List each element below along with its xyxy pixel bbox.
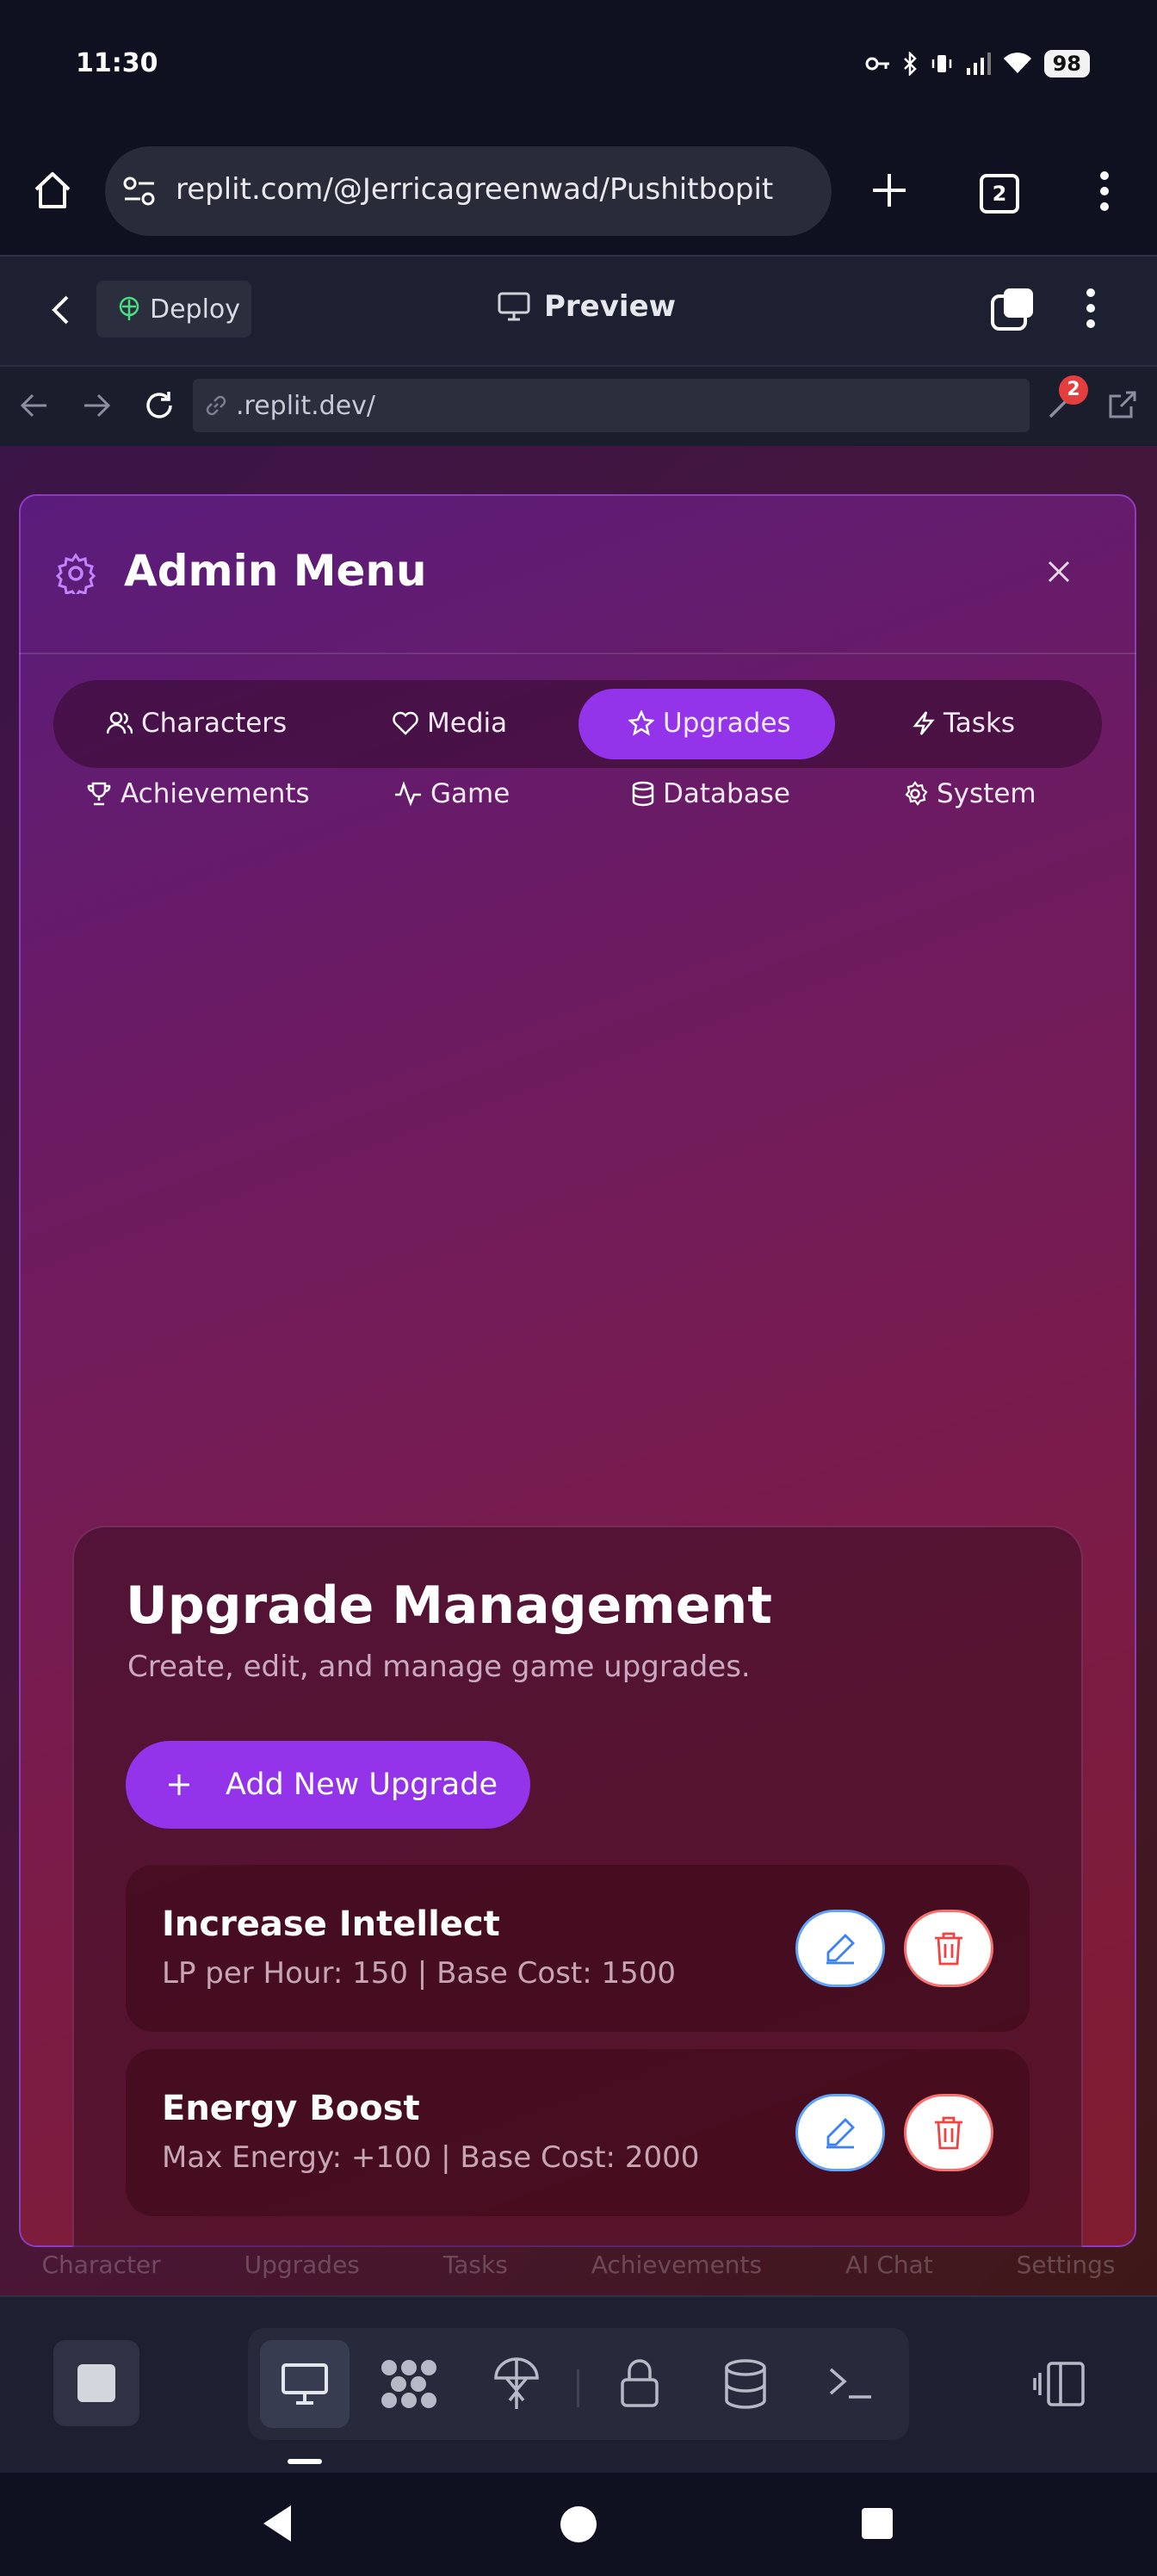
nav-item-tasks[interactable]: Tasks [443, 2251, 508, 2279]
tab-achievements[interactable]: Achievements [86, 778, 310, 809]
upgrade-row [126, 1865, 1030, 2032]
database-tool-icon[interactable] [723, 2359, 768, 2409]
stop-button[interactable] [53, 2340, 139, 2426]
lock-icon[interactable] [620, 2359, 659, 2407]
modal-title: Admin Menu [124, 546, 427, 596]
link-icon [206, 395, 226, 416]
trophy-icon [87, 782, 111, 806]
card-subtitle: Create, edit, and manage game upgrades. [127, 1650, 751, 1684]
apps-grid-icon[interactable] [381, 2359, 437, 2409]
notification-badge: 2 [1059, 375, 1088, 405]
card-title: Upgrade Management [126, 1576, 772, 1636]
tab-media[interactable]: Media [393, 708, 507, 739]
edit-upgrade-button[interactable] [795, 1910, 885, 1987]
tab-upgrades-label: Upgrades [663, 708, 791, 739]
upgrade-meta: Max Energy: +100 | Base Cost: 2000 [162, 2140, 700, 2175]
add-upgrade-button[interactable]: Add New Upgrade [126, 1741, 530, 1829]
database-icon [632, 781, 654, 807]
replit-more-icon[interactable] [1085, 288, 1097, 329]
activity-icon [395, 781, 421, 807]
active-tool-marker [288, 2459, 322, 2464]
nav-item-ai-chat[interactable]: AI Chat [845, 2251, 933, 2279]
tab-media-label: Media [427, 708, 508, 739]
nav-item-achievements[interactable]: Achievements [591, 2251, 762, 2279]
status-icons: 98 [865, 50, 1090, 77]
nav-item-settings[interactable]: Settings [1017, 2251, 1116, 2279]
trash-icon [935, 1932, 962, 1966]
tab-tasks[interactable]: Tasks [913, 708, 1015, 739]
modal-header-divider [19, 653, 1136, 654]
trash-icon [935, 2116, 962, 2150]
battery-indicator: 98 [1043, 50, 1090, 77]
deploy-tool-icon[interactable] [492, 2357, 541, 2411]
status-time: 11:30 [76, 48, 158, 78]
stop-icon [77, 2364, 115, 2402]
upgrade-meta: LP per Hour: 150 | Base Cost: 1500 [162, 1956, 677, 1991]
nav-home-icon[interactable] [560, 2505, 597, 2543]
add-upgrade-label: Add New Upgrade [226, 1768, 498, 1802]
tab-upgrades[interactable]: Upgrades [628, 708, 791, 739]
tab-system-label: System [937, 778, 1036, 809]
settings-gear-icon [55, 553, 96, 594]
multiplayer-icon[interactable] [990, 286, 1036, 332]
open-external-icon[interactable] [1107, 389, 1138, 420]
nav-item-character[interactable]: Character [41, 2251, 160, 2279]
tab-characters[interactable]: Characters [107, 708, 287, 739]
users-icon [107, 711, 133, 734]
vibrate-icon [931, 55, 951, 72]
more-menu-icon[interactable] [1098, 170, 1111, 212]
lightning-icon [913, 711, 935, 735]
reload-icon[interactable] [143, 389, 176, 422]
edit-upgrade-button[interactable] [795, 2094, 885, 2171]
site-settings-icon[interactable] [122, 176, 157, 207]
delete-upgrade-button[interactable] [904, 2094, 993, 2171]
key-icon [865, 57, 889, 71]
webview-forward-icon[interactable] [83, 393, 112, 418]
upgrade-name: Energy Boost [162, 2089, 420, 2128]
cog-icon [905, 781, 928, 806]
new-tab-icon[interactable] [871, 172, 907, 208]
signal-icon [966, 53, 991, 75]
pencil-icon [826, 2118, 855, 2149]
deploy-icon [119, 296, 139, 320]
preview-tab[interactable]: Preview [498, 289, 676, 324]
monitor-icon [498, 292, 530, 321]
bluetooth-icon [903, 52, 917, 76]
webview-url-text: .replit.dev/ [236, 390, 376, 421]
wifi-icon [1003, 53, 1031, 73]
panels-icon[interactable] [1033, 2361, 1086, 2407]
tab-game-label: Game [430, 778, 510, 809]
tab-system[interactable]: System [902, 778, 1036, 809]
tab-achievements-label: Achievements [121, 778, 310, 809]
back-icon[interactable] [50, 294, 71, 325]
tool-divider [577, 2369, 579, 2407]
tab-game[interactable]: Game [394, 778, 510, 809]
tab-switcher-button[interactable]: 2 [980, 174, 1019, 214]
home-icon[interactable] [31, 169, 74, 212]
tab-characters-label: Characters [141, 708, 288, 739]
close-icon[interactable] [1047, 560, 1071, 584]
deploy-button[interactable]: Deploy [96, 281, 251, 337]
tab-tasks-label: Tasks [944, 708, 1016, 739]
preview-label: Preview [544, 289, 677, 324]
delete-upgrade-button[interactable] [904, 1910, 993, 1987]
nav-recents-icon[interactable] [861, 2507, 894, 2540]
preview-tool-icon[interactable] [281, 2362, 329, 2406]
url-text[interactable]: replit.com/@Jerricagreenwad/Pushitbopit [176, 172, 773, 207]
tab-database-label: Database [663, 778, 790, 809]
star-icon [628, 710, 654, 736]
nav-back-icon[interactable] [260, 2504, 294, 2543]
plus-icon [169, 1774, 189, 1795]
upgrade-row [126, 2049, 1030, 2216]
heart-icon [393, 711, 418, 735]
deploy-label: Deploy [150, 294, 241, 325]
pencil-icon [826, 1934, 855, 1965]
nav-item-upgrades[interactable]: Upgrades [244, 2251, 360, 2279]
webview-back-icon[interactable] [19, 393, 48, 418]
upgrade-name: Increase Intellect [162, 1904, 500, 1944]
webview-url-field[interactable]: .replit.dev/ [193, 379, 1030, 432]
terminal-icon[interactable] [828, 2366, 873, 2400]
tab-database[interactable]: Database [632, 778, 790, 809]
